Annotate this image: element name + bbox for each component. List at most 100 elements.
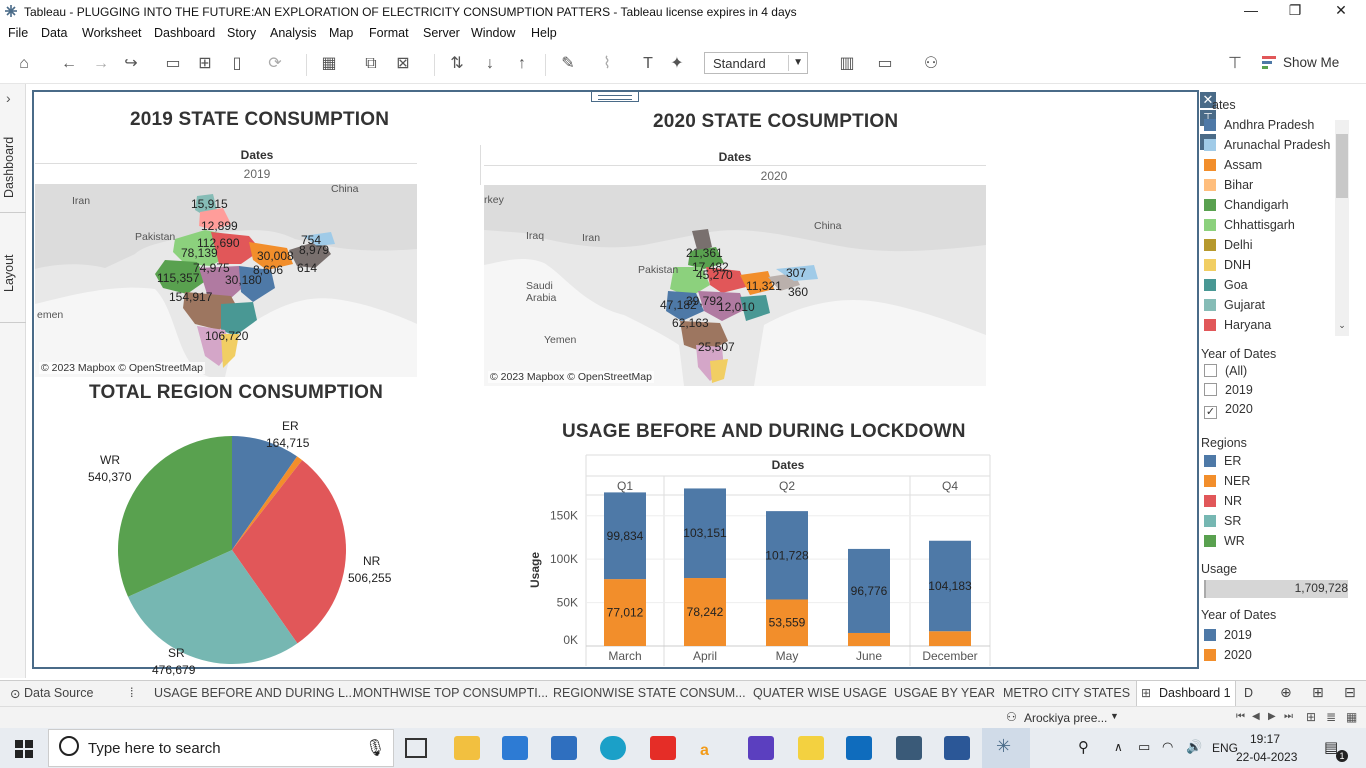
legend-item-state[interactable]: Delhi xyxy=(1204,238,1253,258)
new-dashboard-tab-icon[interactable]: ⊞ xyxy=(1312,684,1324,701)
legend-item-state[interactable]: Goa xyxy=(1204,278,1248,298)
menu-map[interactable]: Map xyxy=(329,26,353,40)
menu-help[interactable]: Help xyxy=(531,26,557,40)
presentation-icon[interactable]: ▭ xyxy=(874,54,896,74)
checkbox[interactable] xyxy=(1204,383,1217,396)
clear-sheet-icon[interactable]: ⊠ xyxy=(392,54,414,74)
legend-item-year[interactable]: 2019 xyxy=(1204,628,1252,648)
tab-layout[interactable]: Layout xyxy=(2,248,24,298)
redo-icon[interactable]: ↪ xyxy=(120,54,142,74)
new-worksheet-icon[interactable]: ▦ xyxy=(318,54,340,74)
microphone-icon[interactable]: 🎙 xyxy=(365,738,385,758)
menu-file[interactable]: File xyxy=(8,26,28,40)
minimize-button[interactable]: — xyxy=(1228,2,1274,22)
vpn-app-icon[interactable] xyxy=(896,736,922,760)
legend-item-year[interactable]: 2020 xyxy=(1204,648,1252,668)
last-page-icon[interactable]: ⏭ xyxy=(1284,711,1293,722)
legend-item-state[interactable]: Chhattisgarh xyxy=(1204,218,1295,238)
legend-item-region[interactable]: WR xyxy=(1204,534,1245,554)
menu-analysis[interactable]: Analysis xyxy=(270,26,317,40)
menu-story[interactable]: Story xyxy=(227,26,256,40)
duplicate-icon[interactable]: ⧉ xyxy=(360,54,382,74)
attach-icon[interactable]: ⌇ xyxy=(596,54,618,74)
year-filter-option[interactable]: (All) xyxy=(1204,364,1247,384)
year-filter-option[interactable]: 2019 xyxy=(1204,383,1253,403)
tab-dashboard[interactable]: Dashboard xyxy=(2,132,24,202)
legend-item-region[interactable]: ER xyxy=(1204,454,1241,474)
new-datasource-icon[interactable]: ⊞ xyxy=(194,54,216,74)
youtube-icon[interactable] xyxy=(650,736,676,760)
home-icon[interactable]: ⌂ xyxy=(13,54,35,74)
people-icon[interactable]: ⚲ xyxy=(1078,738,1089,756)
menu-window[interactable]: Window xyxy=(471,26,515,40)
fit-mode-dropdown[interactable]: Standard ▼ xyxy=(704,52,808,74)
legend-item-state[interactable]: Bihar xyxy=(1204,178,1253,198)
store-icon[interactable] xyxy=(502,736,528,760)
language-indicator[interactable]: ENG xyxy=(1212,741,1238,755)
new-story-tab-icon[interactable]: ⊟ xyxy=(1344,684,1356,701)
pin-icon[interactable]: ✦ xyxy=(666,54,688,74)
legend-item-state[interactable]: Gujarat xyxy=(1204,298,1265,318)
back-icon[interactable]: ← xyxy=(58,54,80,74)
legend-item-state[interactable]: Arunachal Pradesh xyxy=(1204,138,1330,158)
sort-descending-icon[interactable]: ↑ xyxy=(511,54,533,74)
show-cards-icon[interactable]: ▥ xyxy=(836,54,858,74)
outlook-icon[interactable] xyxy=(846,736,872,760)
map-2019[interactable]: Iran Pakistan China emen 15,915 12,899 1… xyxy=(35,184,417,377)
menu-format[interactable]: Format xyxy=(369,26,409,40)
tableau-taskbar-button[interactable]: ✳ xyxy=(982,728,1030,768)
menu-data[interactable]: Data xyxy=(41,26,67,40)
text-label-icon[interactable]: T xyxy=(637,54,659,74)
swap-icon[interactable]: ⇅ xyxy=(446,54,468,74)
legend-item-region[interactable]: NER xyxy=(1204,474,1250,494)
legend-item-state[interactable]: Assam xyxy=(1204,158,1262,178)
format-painter-icon[interactable]: ⊤ xyxy=(1224,54,1246,74)
maximize-button[interactable]: ❐ xyxy=(1272,2,1318,22)
close-button[interactable]: ✕ xyxy=(1318,2,1364,22)
menu-dashboard[interactable]: Dashboard xyxy=(154,26,215,40)
usage-range-bar[interactable]: 1,709,728 xyxy=(1204,580,1348,598)
task-view-icon[interactable] xyxy=(405,738,427,758)
bar-2020-june[interactable] xyxy=(848,632,890,646)
user-menu[interactable]: ⚇ Arockiya pree... ▼ xyxy=(998,709,1124,727)
tab-data-source[interactable]: Data Source xyxy=(24,686,93,700)
legend-item-state[interactable]: Andhra Pradesh xyxy=(1204,118,1314,138)
tab-d[interactable]: D xyxy=(1244,686,1253,700)
file-explorer-icon[interactable] xyxy=(454,736,480,760)
new-worksheet-tab-icon[interactable]: ⊕ xyxy=(1280,684,1292,701)
mail-icon[interactable] xyxy=(551,736,577,760)
tab-usgae-by-year[interactable]: USGAE BY YEAR xyxy=(894,686,995,700)
show-hidden-icons[interactable]: ∧ xyxy=(1114,740,1123,754)
taskbar-search-box[interactable]: Type here to search 🎙 xyxy=(48,729,394,767)
sort-ascending-icon[interactable]: ↓ xyxy=(479,54,501,74)
legend-item-state[interactable]: Haryana xyxy=(1204,318,1271,338)
next-page-icon[interactable]: ▶ xyxy=(1268,711,1276,722)
tab-monthwise-top[interactable]: MONTHWISE TOP CONSUMPTI... xyxy=(353,686,548,700)
pause-updates-icon[interactable]: ▯ xyxy=(226,54,248,74)
legend-item-region[interactable]: NR xyxy=(1204,494,1242,514)
legend-item-state[interactable]: Chandigarh xyxy=(1204,198,1289,218)
tile-view-icon[interactable]: ⊞ xyxy=(1306,710,1316,724)
wifi-icon[interactable]: ◠ xyxy=(1162,739,1173,755)
tab-scroll-icon[interactable]: ⁞ xyxy=(130,686,133,700)
refresh-icon[interactable]: ⟳ xyxy=(264,54,286,74)
legend-item-state[interactable]: DNH xyxy=(1204,258,1251,278)
tab-quater-wise-usage[interactable]: QUATER WISE USAGE xyxy=(753,686,887,700)
amazon-icon[interactable]: a xyxy=(700,742,709,760)
file-manager-icon[interactable] xyxy=(798,736,824,760)
pie-chart[interactable]: ER 164,715 WR 540,370 NR 506,255 SR 476,… xyxy=(34,404,474,678)
tab-metro-city-states[interactable]: METRO CITY STATES xyxy=(1003,686,1130,700)
menu-worksheet[interactable]: Worksheet xyxy=(82,26,142,40)
clock-date[interactable]: 22-04-2023 xyxy=(1236,750,1297,764)
battery-icon[interactable]: ▭ xyxy=(1138,739,1150,755)
word-icon[interactable] xyxy=(944,736,970,760)
list-view-icon[interactable]: ≣ xyxy=(1326,710,1336,724)
windows-start-icon[interactable] xyxy=(15,740,33,758)
save-icon[interactable]: ▭ xyxy=(162,54,184,74)
tab-usage-before-lockdown[interactable]: USAGE BEFORE AND DURING L... xyxy=(154,686,355,700)
tab-regionwise-state[interactable]: REGIONWISE STATE CONSUM... xyxy=(553,686,746,700)
year-filter-option[interactable]: ✓ 2020 xyxy=(1204,402,1253,422)
edge-browser-icon[interactable] xyxy=(600,736,626,760)
drag-handle[interactable] xyxy=(591,92,639,102)
clock-time[interactable]: 19:17 xyxy=(1250,732,1280,746)
